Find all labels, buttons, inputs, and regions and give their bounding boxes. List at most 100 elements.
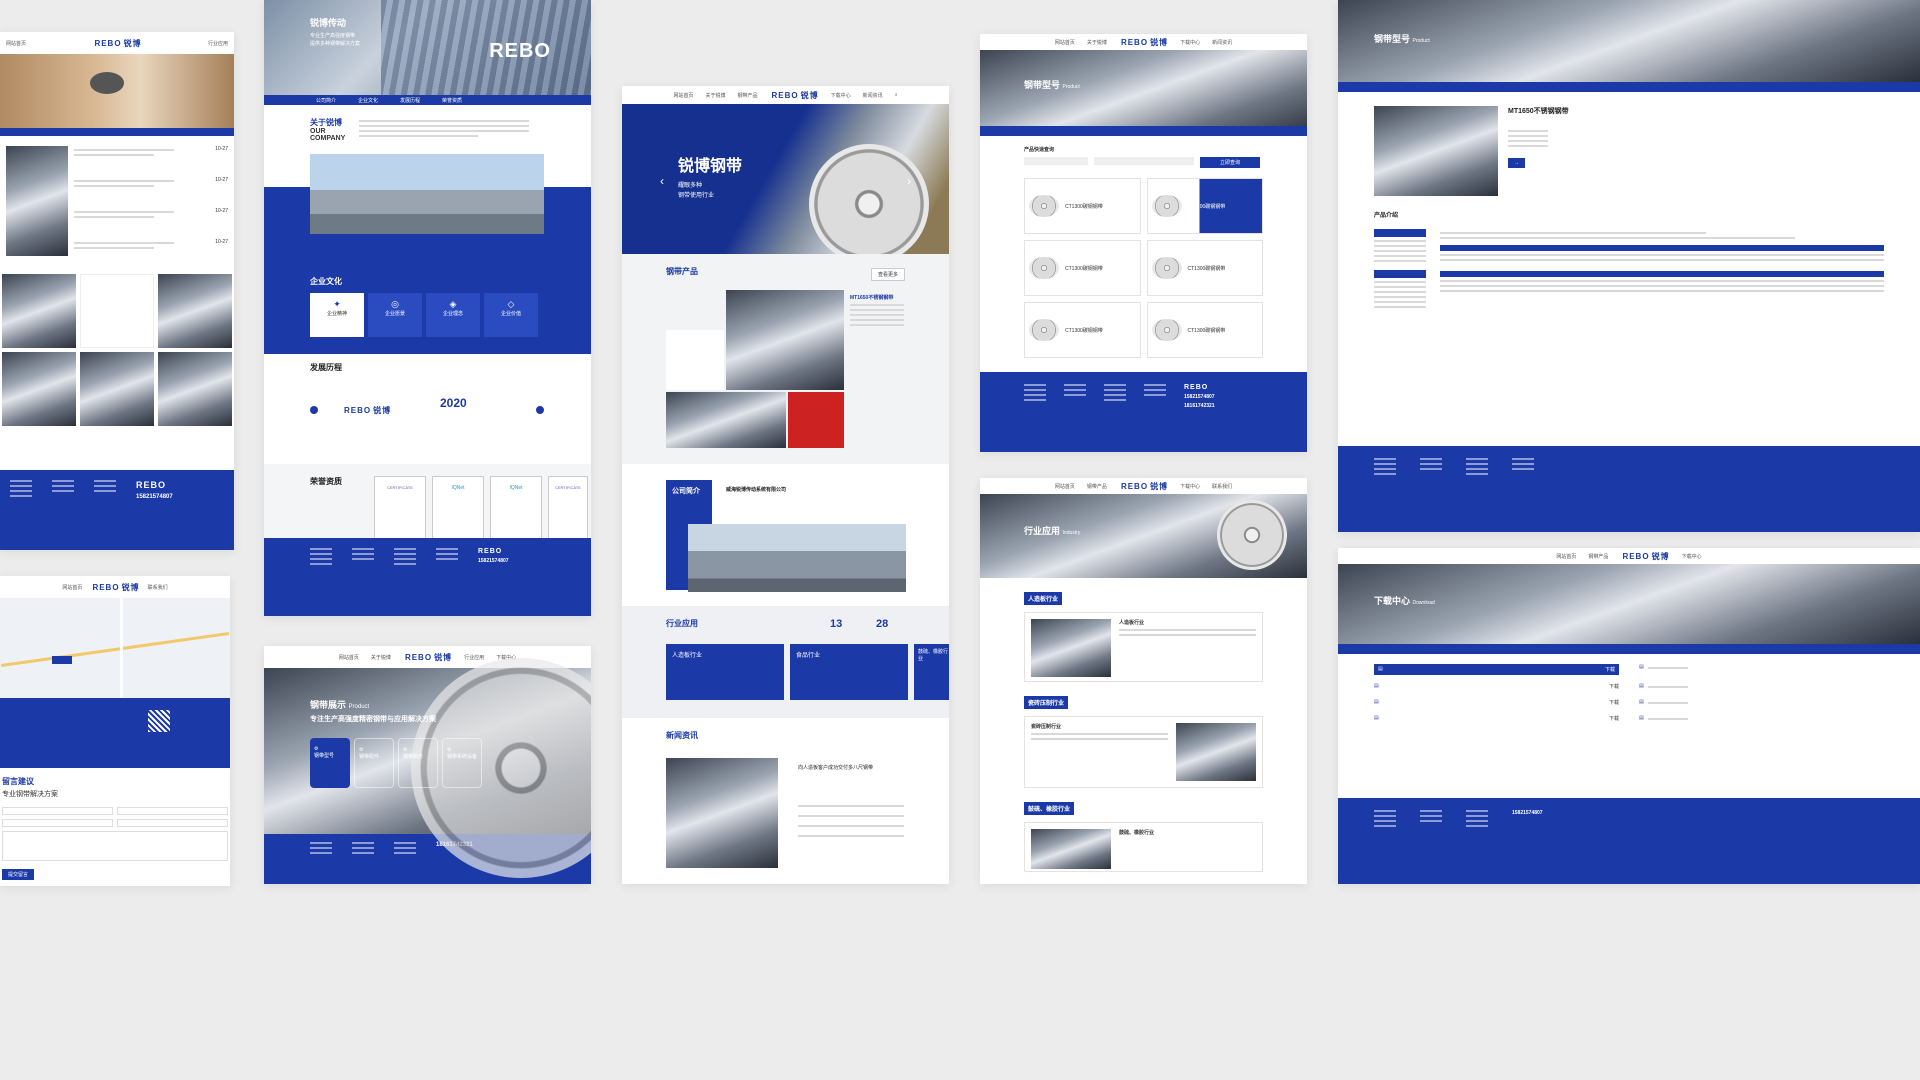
product-card-accessory[interactable] bbox=[666, 330, 724, 390]
industry-card[interactable]: 人造板行业 bbox=[666, 644, 784, 700]
news-card[interactable] bbox=[158, 352, 232, 426]
search-button[interactable]: 立即查询 bbox=[1200, 157, 1260, 168]
download-item[interactable]: ▤ 下载 bbox=[1374, 699, 1619, 707]
news-item[interactable]: 10-27 bbox=[74, 177, 228, 190]
nav-item[interactable]: 网站首页 bbox=[1055, 39, 1075, 46]
message-textarea[interactable] bbox=[2, 831, 228, 861]
showcase-card[interactable]: ⚙ 钢带系统设备 bbox=[442, 738, 482, 788]
news-card[interactable] bbox=[2, 274, 76, 348]
tab-profile[interactable]: 公司简介 bbox=[316, 97, 336, 104]
showcase-card[interactable]: ⚙ 钢带配件 bbox=[354, 738, 394, 788]
nav-item[interactable]: 钢带产品 bbox=[738, 92, 758, 99]
download-item[interactable]: ▤ 下载 bbox=[1374, 664, 1619, 675]
nav-item[interactable]: 下载中心 bbox=[831, 92, 851, 99]
news-item[interactable]: 10-27 bbox=[74, 146, 228, 159]
nav-item[interactable]: 网站首页 bbox=[6, 40, 26, 47]
news-headline[interactable]: 向人造板客户成功交付多八尺钢带 bbox=[798, 764, 873, 771]
products-more-button[interactable]: 查看更多 bbox=[870, 268, 905, 281]
showcase-card[interactable]: ⚙ 钢带服务 bbox=[398, 738, 438, 788]
logo[interactable]: REBO 锐博 bbox=[92, 38, 141, 49]
form-field[interactable] bbox=[2, 807, 113, 815]
hero-next-arrow[interactable]: › bbox=[907, 174, 911, 188]
industry-card[interactable]: 鼓硫、橡胶行业 bbox=[1024, 822, 1263, 872]
sidebar-item-active[interactable] bbox=[1374, 229, 1426, 237]
news-image[interactable] bbox=[666, 758, 778, 868]
nav-item[interactable]: 下载中心 bbox=[1180, 483, 1200, 490]
download-item[interactable]: ▤ bbox=[1639, 715, 1884, 723]
nav-item[interactable]: 联系我们 bbox=[1212, 483, 1232, 490]
showcase-card-active[interactable]: ⚙ 钢带型号 bbox=[310, 738, 350, 788]
product-card-system[interactable] bbox=[666, 392, 786, 448]
nav-item[interactable]: 下载中心 bbox=[1180, 39, 1200, 46]
logo[interactable]: REBO 锐博 bbox=[770, 90, 819, 101]
nav-item[interactable]: 关于锐博 bbox=[1087, 39, 1107, 46]
product-card[interactable]: CT1300碳钢钢带 bbox=[1024, 302, 1141, 358]
product-image-main[interactable] bbox=[726, 290, 844, 390]
product-card[interactable]: CT1300碳钢钢带 bbox=[1146, 240, 1263, 296]
hero-prev-arrow[interactable]: ‹ bbox=[660, 174, 664, 188]
culture-card[interactable]: ◈ 企业理念 bbox=[426, 293, 480, 337]
form-field[interactable] bbox=[2, 819, 113, 827]
map-marker-icon[interactable] bbox=[52, 656, 72, 664]
culture-card[interactable]: ◎ 企业愿景 bbox=[368, 293, 422, 337]
logo[interactable]: REBO 锐博 bbox=[1119, 481, 1168, 492]
download-item[interactable]: ▤ bbox=[1639, 683, 1884, 691]
industry-card[interactable]: 人造板行业 bbox=[1024, 612, 1263, 682]
nav-item[interactable]: 行业应用 bbox=[208, 40, 228, 47]
sidebar-item-active[interactable] bbox=[1374, 270, 1426, 278]
tab-culture[interactable]: 企业文化 bbox=[358, 97, 378, 104]
tab-history[interactable]: 发展历程 bbox=[400, 97, 420, 104]
nav-item[interactable]: 关于锐博 bbox=[706, 92, 726, 99]
nav-item[interactable]: 网站首页 bbox=[339, 654, 359, 661]
product-card-service[interactable] bbox=[788, 392, 844, 448]
history-next-button[interactable] bbox=[536, 406, 544, 414]
tab-honor[interactable]: 荣誉资质 bbox=[442, 97, 462, 104]
form-field[interactable] bbox=[117, 819, 228, 827]
nav-item[interactable]: 新闻资讯 bbox=[1212, 39, 1232, 46]
map[interactable] bbox=[0, 598, 230, 698]
hero-tabs[interactable] bbox=[980, 126, 1307, 136]
news-card[interactable] bbox=[2, 352, 76, 426]
logo[interactable]: REBO 锐博 bbox=[1620, 551, 1669, 562]
product-card[interactable]: CT1300碳钢钢带 bbox=[1146, 178, 1263, 234]
inquiry-button[interactable]: → bbox=[1508, 158, 1525, 168]
filter-select[interactable] bbox=[1024, 157, 1088, 165]
news-item[interactable]: 10-27 bbox=[74, 208, 228, 221]
logo[interactable]: REBO 锐博 bbox=[90, 582, 139, 593]
product-card[interactable]: CT1300碳钢钢带 bbox=[1024, 178, 1141, 234]
news-item[interactable]: 10-27 bbox=[74, 239, 228, 252]
download-tabs[interactable] bbox=[1338, 644, 1920, 654]
logo[interactable]: REBO 锐博 bbox=[403, 652, 452, 663]
download-item[interactable]: ▤ bbox=[1639, 699, 1884, 707]
nav-item[interactable]: 关于锐博 bbox=[371, 654, 391, 661]
news-card[interactable] bbox=[158, 274, 232, 348]
nav-item[interactable]: 下载中心 bbox=[1682, 553, 1702, 560]
history-prev-button[interactable] bbox=[310, 406, 318, 414]
download-item[interactable]: ▤ 下载 bbox=[1374, 683, 1619, 691]
submit-button[interactable]: 提交留言 bbox=[2, 869, 35, 880]
nav-item[interactable]: 联系我们 bbox=[148, 584, 168, 591]
nav-item[interactable]: 钢带产品 bbox=[1588, 553, 1608, 560]
nav-item[interactable]: 行业应用 bbox=[464, 654, 484, 661]
product-card[interactable]: CT1300碳钢钢带 bbox=[1146, 302, 1263, 358]
nav-item[interactable]: 钢带产品 bbox=[1087, 483, 1107, 490]
form-field[interactable] bbox=[117, 807, 228, 815]
logo[interactable]: REBO 锐博 bbox=[1119, 37, 1168, 48]
culture-card[interactable]: ✦ 企业精神 bbox=[310, 293, 364, 337]
search-icon[interactable]: ⌕ bbox=[895, 92, 898, 98]
culture-card[interactable]: ◇ 企业价值 bbox=[484, 293, 538, 337]
industry-card[interactable]: 鼓硫、橡胶行业 bbox=[914, 644, 949, 700]
nav-item[interactable]: 新闻资讯 bbox=[863, 92, 883, 99]
download-item[interactable]: ▤ bbox=[1639, 664, 1884, 675]
filter-input[interactable] bbox=[1094, 157, 1194, 165]
industry-card[interactable]: 瓷砖压制行业 bbox=[1024, 716, 1263, 788]
download-item[interactable]: ▤ 下载 bbox=[1374, 715, 1619, 723]
news-card[interactable] bbox=[80, 352, 154, 426]
nav-item[interactable]: 网站首页 bbox=[673, 92, 693, 99]
product-card[interactable]: CT1300碳钢钢带 bbox=[1024, 240, 1141, 296]
industry-card[interactable]: 食品行业 bbox=[790, 644, 908, 700]
nav-item[interactable]: 网站首页 bbox=[1556, 553, 1576, 560]
nav-item[interactable]: 网站首页 bbox=[62, 584, 82, 591]
nav-item[interactable]: 网站首页 bbox=[1055, 483, 1075, 490]
news-card[interactable] bbox=[80, 274, 154, 348]
